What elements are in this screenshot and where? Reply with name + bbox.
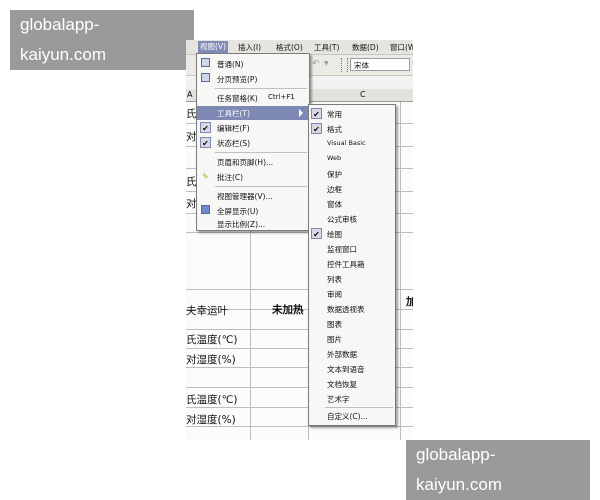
menu-item-full-screen[interactable]: 全屏显示(U) bbox=[197, 204, 309, 218]
menu-item-toolbars[interactable]: 工具栏(T) bbox=[197, 106, 309, 120]
toolbar-item-text-to-speech[interactable]: 文本到语音 bbox=[309, 361, 395, 376]
toolbars-submenu: ✔ 常用 ✔ 格式 Visual Basic Web 保护 边框 窗体 公式审核… bbox=[308, 104, 396, 426]
cell-temp-label-2[interactable]: 氏温度(℃) bbox=[186, 392, 238, 407]
menu-format[interactable]: 格式(O) bbox=[276, 42, 303, 53]
menu-window[interactable]: 窗口(W) bbox=[390, 42, 413, 53]
toolbar-item-external-data[interactable]: 外部数据 bbox=[309, 346, 395, 361]
toolbar-item-picture[interactable]: 图片 bbox=[309, 331, 395, 346]
menu-data[interactable]: 数据(D) bbox=[352, 42, 379, 53]
view-menu-dropdown: 普通(N) 分页预览(P) 任务窗格(K) Ctrl+F1 工具栏(T) ✔ 编… bbox=[196, 53, 310, 231]
toolbar-item-document-recovery[interactable]: 文档恢复 bbox=[309, 376, 395, 391]
menu-item-view-manager[interactable]: 视图管理器(V)... bbox=[197, 189, 309, 203]
menu-item-zoom[interactable]: 显示比例(Z)... bbox=[197, 217, 309, 231]
submenu-arrow-icon bbox=[299, 109, 303, 117]
toolbar-item-standard[interactable]: ✔ 常用 bbox=[309, 106, 395, 121]
toolbar-item-chart[interactable]: 图表 bbox=[309, 316, 395, 331]
toolbar-item-web[interactable]: Web bbox=[309, 151, 395, 166]
checkmark-icon: ✔ bbox=[311, 228, 322, 239]
comment-icon: ✎ bbox=[202, 172, 209, 181]
checkmark-icon: ✔ bbox=[311, 108, 322, 119]
cell-cut-off[interactable]: 加 bbox=[406, 294, 413, 309]
toolbar-item-drawing[interactable]: ✔ 绘图 bbox=[309, 226, 395, 241]
checkmark-icon: ✔ bbox=[200, 122, 211, 133]
checkmark-icon: ✔ bbox=[200, 137, 211, 148]
menu-item-formula-bar[interactable]: ✔ 编辑栏(F) bbox=[197, 121, 309, 135]
full-screen-icon bbox=[200, 205, 211, 216]
watermark-top: globalapp-kaiyun.com bbox=[10, 10, 194, 70]
normal-view-icon bbox=[200, 58, 211, 69]
cell-temp-label-1[interactable]: 氏温度(℃) bbox=[186, 332, 238, 347]
cell-hum-label-2[interactable]: 对湿度(%) bbox=[186, 412, 236, 427]
page-break-preview-icon bbox=[200, 73, 211, 84]
toolbar-item-reviewing[interactable]: 审阅 bbox=[309, 286, 395, 301]
menu-item-task-pane[interactable]: 任务窗格(K) Ctrl+F1 bbox=[197, 91, 309, 105]
undo-dropdown-icon[interactable]: ▼ bbox=[324, 60, 329, 67]
menu-item-page-break-preview[interactable]: 分页预览(P) bbox=[197, 72, 309, 86]
menu-item-header-footer[interactable]: 页眉和页脚(H)... bbox=[197, 155, 309, 169]
menu-view[interactable]: 视图(V) bbox=[198, 41, 228, 53]
toolbar-item-control-toolbox[interactable]: 控件工具箱 bbox=[309, 256, 395, 271]
toolbar-item-formatting[interactable]: ✔ 格式 bbox=[309, 121, 395, 136]
menu-item-status-bar[interactable]: ✔ 状态栏(S) bbox=[197, 136, 309, 150]
menu-insert[interactable]: 插入(I) bbox=[238, 42, 261, 53]
cell-sample-label[interactable]: 夫幸运叶 bbox=[186, 303, 228, 318]
toolbar-grip[interactable] bbox=[341, 58, 348, 72]
menu-item-comments[interactable]: ✎ 批注(C) bbox=[197, 170, 309, 184]
watermark-bottom: globalapp-kaiyun.com bbox=[406, 440, 590, 500]
excel-window: 视图(V) 插入(I) 格式(O) 工具(T) 数据(D) 窗口(W) ↶ ▼ … bbox=[186, 40, 413, 440]
undo-icon[interactable]: ↶ bbox=[312, 59, 320, 69]
toolbar-item-list[interactable]: 列表 bbox=[309, 271, 395, 286]
toolbar-item-protection[interactable]: 保护 bbox=[309, 166, 395, 181]
menu-item-normal[interactable]: 普通(N) bbox=[197, 57, 309, 71]
cell-unheated[interactable]: 未加热 bbox=[272, 302, 304, 317]
font-name-box[interactable]: 宋体 bbox=[350, 58, 410, 71]
toolbar-item-watch-window[interactable]: 监视窗口 bbox=[309, 241, 395, 256]
toolbar-item-pivot-table[interactable]: 数据透视表 bbox=[309, 301, 395, 316]
menu-tools[interactable]: 工具(T) bbox=[314, 42, 339, 53]
toolbar-item-borders[interactable]: 边框 bbox=[309, 181, 395, 196]
toolbar-item-customize[interactable]: 自定义(C)... bbox=[309, 408, 395, 423]
cell-hum-label-1[interactable]: 对湿度(%) bbox=[186, 352, 236, 367]
toolbar-item-visual-basic[interactable]: Visual Basic bbox=[309, 136, 395, 151]
checkmark-icon: ✔ bbox=[311, 123, 322, 134]
toolbar-item-formula-auditing[interactable]: 公式审核 bbox=[309, 211, 395, 226]
column-header-a[interactable]: A bbox=[187, 90, 192, 99]
column-header-c[interactable]: C bbox=[360, 90, 366, 99]
toolbar-item-forms[interactable]: 窗体 bbox=[309, 196, 395, 211]
toolbar-item-wordart[interactable]: 艺术字 bbox=[309, 391, 395, 406]
